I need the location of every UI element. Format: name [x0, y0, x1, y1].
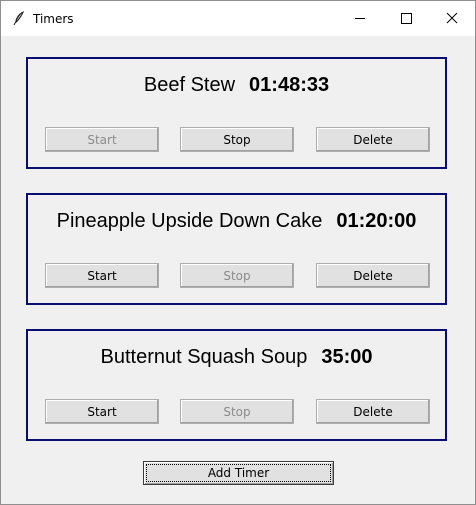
delete-button[interactable]: Delete: [316, 263, 430, 288]
timer-time: 01:48:33: [249, 74, 330, 96]
minimize-icon: [355, 18, 365, 19]
timer-time: 35:00: [321, 346, 373, 368]
stop-button[interactable]: Stop: [180, 263, 294, 288]
minimize-button[interactable]: [337, 1, 383, 36]
focus-ring: [146, 464, 331, 482]
timer-heading: Beef Stew 01:48:33: [28, 74, 445, 97]
start-button[interactable]: Start: [45, 127, 159, 152]
window-title: Timers: [33, 12, 74, 26]
timers-window: Timers Beef Stew 01:48:33 Start Stop Del…: [0, 0, 476, 505]
client-area: Beef Stew 01:48:33 Start Stop Delete Pine…: [5, 37, 471, 500]
timer-card: Pineapple Upside Down Cake 01:20:00 Start…: [26, 193, 447, 305]
timer-name: Beef Stew: [143, 74, 236, 96]
timer-card: Beef Stew 01:48:33 Start Stop Delete: [26, 57, 447, 169]
close-button[interactable]: [429, 1, 475, 36]
title-bar[interactable]: Timers: [1, 1, 475, 36]
timer-card: Butternut Squash Soup 35:00 Start Stop De…: [26, 329, 447, 441]
maximize-button[interactable]: [383, 1, 429, 36]
timer-name: Pineapple Upside Down Cake: [56, 210, 323, 232]
feather-icon: [11, 10, 27, 26]
timer-name: Butternut Squash Soup: [100, 346, 308, 368]
stop-button[interactable]: Stop: [180, 399, 294, 424]
timer-heading: Pineapple Upside Down Cake 01:20:00: [28, 210, 445, 233]
close-icon: [446, 12, 458, 24]
start-button[interactable]: Start: [45, 263, 159, 288]
delete-button[interactable]: Delete: [316, 127, 430, 152]
timer-heading: Butternut Squash Soup 35:00: [28, 346, 445, 369]
delete-button[interactable]: Delete: [316, 399, 430, 424]
add-timer-button[interactable]: Add Timer: [143, 461, 334, 485]
timer-time: 01:20:00: [336, 210, 417, 232]
maximize-icon: [401, 13, 412, 24]
start-button[interactable]: Start: [45, 399, 159, 424]
stop-button[interactable]: Stop: [180, 127, 294, 152]
